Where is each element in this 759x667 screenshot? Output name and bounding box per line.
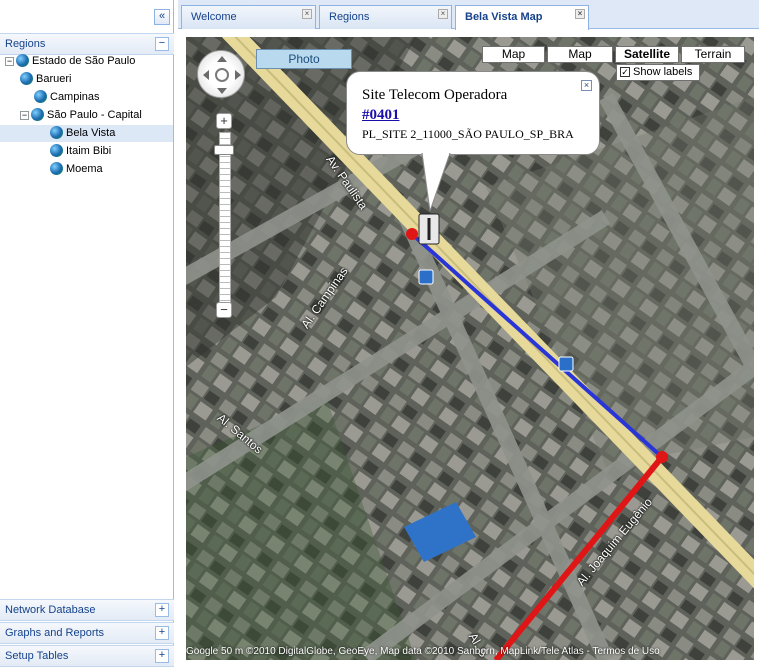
tree-node-campinas[interactable]: Campinas xyxy=(34,89,100,106)
show-labels-checkbox[interactable]: ✓ Show labels xyxy=(616,64,700,81)
tab-welcome[interactable]: Welcome × xyxy=(181,5,316,29)
globe-icon xyxy=(16,54,29,67)
tree-node-label: Campinas xyxy=(50,91,100,103)
expand-tool[interactable]: + xyxy=(155,603,169,617)
tree-node-label: São Paulo - Capital xyxy=(47,109,142,121)
section-label: Graphs and Reports xyxy=(5,627,105,639)
tree-expander[interactable]: − xyxy=(5,57,14,66)
info-window-title: Site Telecom Operadora xyxy=(362,87,508,103)
regions-header-label: Regions xyxy=(5,38,46,50)
tab-bar: Welcome × Regions × Bela Vista Map × xyxy=(178,0,759,30)
globe-icon xyxy=(20,72,33,85)
close-icon[interactable]: × xyxy=(581,80,592,91)
globe-icon xyxy=(50,126,63,139)
tree-node-estado-sao-paulo[interactable]: − Estado de São Paulo xyxy=(5,53,135,70)
regions-header[interactable]: Regions − xyxy=(0,33,174,55)
site-description: PL_SITE 2_11000_SÃO PAULO_SP_BRA xyxy=(362,127,574,141)
globe-icon xyxy=(31,108,44,121)
tree-node-sao-paulo-capital[interactable]: − São Paulo - Capital xyxy=(20,107,142,124)
expand-tool[interactable]: + xyxy=(155,626,169,640)
globe-icon xyxy=(50,144,63,157)
pan-arrows-icon xyxy=(203,56,241,94)
tab-label: Bela Vista Map xyxy=(465,11,543,23)
tree-node-label: Bela Vista xyxy=(66,127,116,139)
zoom-in-button[interactable]: + xyxy=(216,113,232,129)
close-icon[interactable]: × xyxy=(302,9,312,19)
site-info-window: Site Telecom Operadora #0401 PL_SITE 2_1… xyxy=(346,71,600,155)
expand-tool[interactable]: + xyxy=(155,649,169,663)
tab-label: Regions xyxy=(329,11,370,23)
tree-node-label: Itaim Bibi xyxy=(66,145,112,157)
map-type-terrain-button[interactable]: Terrain xyxy=(681,46,745,63)
tree-node-moema[interactable]: Moema xyxy=(50,161,103,178)
regions-collapse-tool[interactable]: − xyxy=(155,37,169,51)
zoom-slider[interactable] xyxy=(219,132,231,304)
zoom-out-button[interactable]: − xyxy=(216,302,232,318)
tree-node-label: Moema xyxy=(66,163,103,175)
map-attribution: Google 50 m ©2010 DigitalGlobe, GeoEye, … xyxy=(186,646,660,657)
pan-control[interactable] xyxy=(197,50,245,98)
zoom-slider-handle[interactable] xyxy=(214,145,234,155)
globe-icon xyxy=(34,90,47,103)
regions-panel: « Regions − − Estado de São Paulo Barueri… xyxy=(0,0,174,667)
tree-node-barueri[interactable]: Barueri xyxy=(20,71,71,88)
network-database-header[interactable]: Network Database + xyxy=(0,599,174,621)
show-labels-label: Show labels xyxy=(633,66,693,78)
graphs-reports-header[interactable]: Graphs and Reports + xyxy=(0,622,174,644)
collapse-panel-button[interactable]: « xyxy=(154,9,170,25)
map-type-map-button[interactable]: Map xyxy=(482,46,545,63)
map-type-map-button-2[interactable]: Map xyxy=(547,46,613,63)
tree-node-itaim-bibi[interactable]: Itaim Bibi xyxy=(50,143,111,160)
setup-tables-header[interactable]: Setup Tables + xyxy=(0,645,174,667)
tab-regions[interactable]: Regions × xyxy=(319,5,452,29)
tree-node-label: Estado de São Paulo xyxy=(32,55,136,67)
tree-node-bela-vista[interactable]: Bela Vista xyxy=(0,125,173,142)
site-id-link[interactable]: #0401 xyxy=(362,107,400,124)
map-type-satellite-button[interactable]: Satellite xyxy=(615,46,679,63)
close-icon[interactable]: × xyxy=(438,9,448,19)
close-icon[interactable]: × xyxy=(575,9,585,19)
info-window-pointer xyxy=(421,153,451,212)
checkbox-icon[interactable]: ✓ xyxy=(620,67,630,78)
tree-node-label: Barueri xyxy=(36,73,72,85)
satellite-map[interactable]: Av. Paulista Al. Campinas Al. Santos Al.… xyxy=(186,37,754,660)
tab-label: Welcome xyxy=(191,11,237,23)
photo-button[interactable]: Photo xyxy=(256,49,352,69)
section-label: Network Database xyxy=(5,604,96,616)
section-label: Setup Tables xyxy=(5,650,69,662)
tree-expander[interactable]: − xyxy=(20,111,29,120)
globe-icon xyxy=(50,162,63,175)
tab-bela-vista-map[interactable]: Bela Vista Map × xyxy=(455,5,589,30)
